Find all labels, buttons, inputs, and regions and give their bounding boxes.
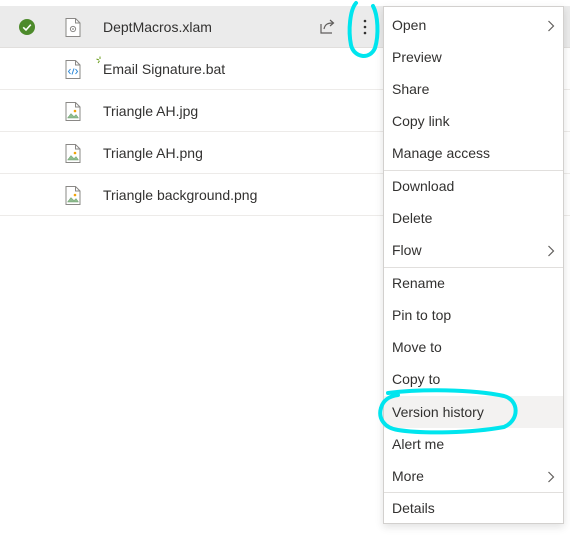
menu-item-label: Pin to top (392, 307, 452, 323)
menu-item-label: Share (392, 81, 430, 97)
menu-item-rename[interactable]: Rename (384, 267, 563, 299)
menu-item-label: Delete (392, 210, 433, 226)
menu-item-label: Preview (392, 49, 442, 65)
menu-item-version-history[interactable]: Version history (384, 396, 563, 428)
menu-item-flow[interactable]: Flow (384, 234, 563, 266)
share-icon[interactable] (319, 18, 336, 35)
menu-item-share[interactable]: Share (384, 73, 563, 105)
menu-item-label: Rename (392, 275, 445, 291)
menu-item-label: Version history (392, 404, 484, 420)
menu-item-copy-link[interactable]: Copy link (384, 105, 563, 137)
menu-item-label: More (392, 468, 424, 484)
chevron-right-icon (548, 471, 555, 483)
menu-item-open[interactable]: Open (384, 9, 563, 41)
menu-item-label: Download (392, 178, 455, 194)
menu-item-copy-to[interactable]: Copy to (384, 363, 563, 395)
chevron-right-icon (548, 20, 555, 32)
menu-item-alert-me[interactable]: Alert me (384, 428, 563, 460)
gear-file-icon (65, 18, 81, 37)
menu-item-label: Flow (392, 242, 422, 258)
menu-item-label: Open (392, 17, 427, 33)
menu-item-label: Manage access (392, 145, 491, 161)
code-file-icon (65, 60, 81, 79)
more-actions-button[interactable] (356, 15, 374, 39)
menu-item-label: Alert me (392, 436, 445, 452)
menu-item-pin-to-top[interactable]: Pin to top (384, 299, 563, 331)
image-file-icon (65, 186, 81, 205)
image-file-icon (65, 102, 81, 121)
menu-item-label: Move to (392, 339, 442, 355)
file-name[interactable]: Email Signature.bat (103, 61, 225, 77)
selected-check-icon[interactable] (19, 19, 35, 35)
menu-item-delete[interactable]: Delete (384, 202, 563, 234)
chevron-right-icon (548, 245, 555, 257)
file-name[interactable]: Triangle AH.png (103, 145, 203, 161)
file-name[interactable]: Triangle background.png (103, 187, 257, 203)
menu-item-preview[interactable]: Preview (384, 41, 563, 73)
menu-item-manage-access[interactable]: Manage access (384, 137, 563, 169)
menu-item-details[interactable]: Details (384, 492, 563, 524)
file-name[interactable]: Triangle AH.jpg (103, 103, 198, 119)
menu-item-label: Details (392, 500, 435, 516)
context-menu: Open Preview Share Copy link Manage acce… (383, 6, 564, 524)
menu-item-move-to[interactable]: Move to (384, 331, 563, 363)
menu-item-label: Copy link (392, 113, 450, 129)
file-name[interactable]: DeptMacros.xlam (103, 19, 212, 35)
menu-item-label: Copy to (392, 371, 441, 387)
menu-item-more[interactable]: More (384, 460, 563, 492)
menu-item-download[interactable]: Download (384, 170, 563, 202)
image-file-icon (65, 144, 81, 163)
